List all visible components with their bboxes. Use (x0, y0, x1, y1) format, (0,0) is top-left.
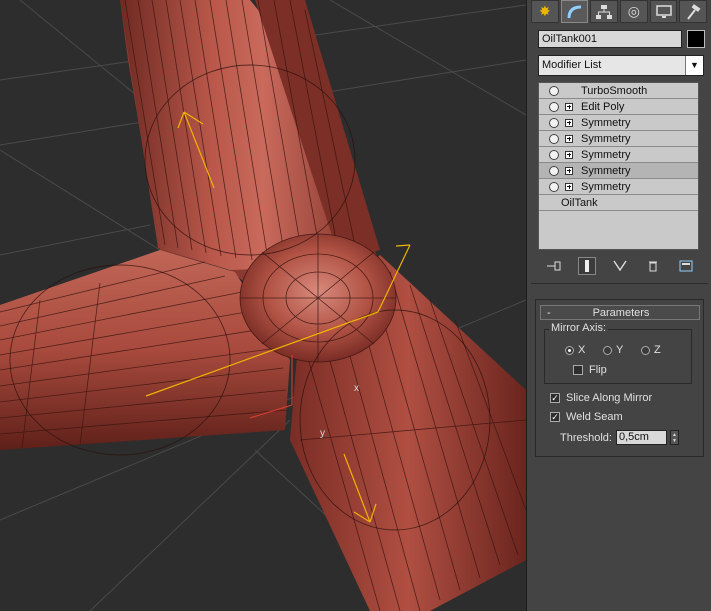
create-tab[interactable]: ✸ (531, 0, 559, 23)
mirror-axis-label: Mirror Axis: (549, 322, 608, 334)
show-end-result-icon[interactable] (577, 257, 596, 275)
remove-modifier-icon[interactable] (644, 257, 662, 275)
expand-plus-icon[interactable] (565, 118, 573, 127)
spinner-down-icon: ▼ (672, 437, 677, 444)
axis-z-radio[interactable]: Z (641, 344, 661, 356)
command-panel-tabs: ✸ ◎ (531, 0, 709, 24)
rollout-title: Parameters (592, 306, 650, 319)
panel-divider (531, 283, 708, 284)
axis-x-label: X (578, 344, 586, 356)
stack-item-label: Edit Poly (581, 100, 625, 113)
stack-item-symmetry[interactable]: Symmetry (539, 179, 698, 195)
stack-toolbar (537, 256, 703, 276)
viewport-scene: x y (0, 0, 526, 611)
joint-sphere (239, 233, 397, 363)
pin-stack-icon[interactable] (545, 257, 563, 275)
slice-along-mirror-label: Slice Along Mirror (566, 392, 653, 404)
modify-tab[interactable] (560, 0, 589, 23)
axis-x-radio[interactable]: X (565, 344, 585, 356)
motion-tab[interactable]: ◎ (620, 0, 648, 23)
stack-item-label: Symmetry (581, 164, 631, 177)
object-name-field[interactable]: OilTank001 (538, 30, 682, 48)
parameters-rollout: - Parameters Mirror Axis: X Y Z Flip ✓ S… (535, 299, 704, 457)
expand-plus-icon[interactable] (565, 102, 573, 111)
lightbulb-icon[interactable] (549, 117, 559, 128)
stack-item-symmetry[interactable]: Symmetry (539, 147, 698, 163)
stack-item-symmetry-selected[interactable]: Symmetry (539, 163, 698, 179)
checkbox-box: ✓ (550, 392, 560, 403)
utilities-tab[interactable] (679, 0, 708, 23)
stack-item-symmetry[interactable]: Symmetry (539, 115, 698, 131)
radio-dot (603, 345, 612, 355)
object-color-swatch[interactable] (687, 30, 705, 48)
stack-item-label: Symmetry (581, 180, 631, 193)
flip-label: Flip (589, 364, 607, 376)
threshold-label: Threshold: (560, 431, 612, 444)
modifier-list-dropdown[interactable]: Modifier List ▼ (538, 55, 704, 76)
lightbulb-icon[interactable] (549, 133, 559, 144)
hammer-icon (687, 3, 701, 20)
chevron-down-icon: ▼ (685, 56, 703, 75)
circle-target-icon: ◎ (627, 3, 640, 19)
expand-plus-icon[interactable] (565, 134, 573, 143)
stack-item-base-object[interactable]: OilTank (539, 195, 698, 211)
weld-seam-label: Weld Seam (566, 411, 623, 423)
configure-modifier-sets-icon[interactable] (677, 257, 695, 275)
flip-checkbox[interactable]: Flip (573, 364, 607, 376)
monitor-icon (655, 4, 672, 18)
radio-dot (565, 345, 574, 355)
display-tab[interactable] (649, 0, 678, 23)
expand-plus-icon[interactable] (565, 182, 573, 191)
collapse-toggle[interactable]: - (547, 307, 561, 319)
lightbulb-icon[interactable] (549, 181, 559, 192)
command-panel: ✸ ◎ OilTank001 Modifier List ▼ TurboSmoo… (526, 0, 711, 611)
checkbox-box: ✓ (550, 411, 560, 422)
hierarchy-tab[interactable] (590, 0, 619, 23)
axis-label-x: x (354, 383, 359, 394)
lightbulb-icon[interactable] (549, 85, 559, 96)
threshold-input[interactable]: 0,5cm (615, 430, 667, 445)
stack-item-label: OilTank (561, 196, 598, 209)
parameters-rollout-header[interactable]: - Parameters (540, 305, 700, 320)
checkbox-box (573, 365, 583, 375)
stack-item-label: Symmetry (581, 116, 631, 129)
lightbulb-icon[interactable] (549, 101, 559, 112)
stack-item-label: TurboSmooth (581, 84, 648, 97)
3d-viewport[interactable]: x y (0, 0, 526, 611)
make-unique-icon[interactable] (611, 257, 629, 275)
bent-tube-icon (567, 5, 581, 18)
lightbulb-icon[interactable] (549, 165, 559, 176)
sun-star-icon: ✸ (538, 3, 551, 19)
lightbulb-icon[interactable] (549, 149, 559, 160)
stack-item-edit-poly[interactable]: Edit Poly (539, 99, 698, 115)
stack-item-label: Symmetry (581, 148, 631, 161)
weld-seam-checkbox[interactable]: ✓ Weld Seam (550, 411, 623, 423)
axis-y-radio[interactable]: Y (603, 344, 623, 356)
modifier-list-label: Modifier List (542, 59, 602, 71)
stack-item-turbosmooth[interactable]: TurboSmooth (539, 83, 698, 99)
threshold-row: Threshold: 0,5cm ▲ ▼ (560, 430, 679, 445)
expand-plus-icon[interactable] (565, 166, 573, 175)
threshold-spinner[interactable]: ▲ ▼ (669, 430, 679, 445)
axis-label-y: y (320, 428, 325, 439)
radio-dot (641, 345, 650, 355)
stack-item-symmetry[interactable]: Symmetry (539, 131, 698, 147)
stack-item-label: Symmetry (581, 132, 631, 145)
hierarchy-icon (596, 4, 613, 19)
slice-along-mirror-checkbox[interactable]: ✓ Slice Along Mirror (550, 392, 652, 404)
mirror-axis-group: Mirror Axis: X Y Z Flip (544, 322, 692, 384)
expand-plus-icon[interactable] (565, 150, 573, 159)
axis-z-label: Z (654, 344, 661, 356)
axis-y-label: Y (616, 344, 624, 356)
modifier-stack[interactable]: TurboSmooth Edit Poly Symmetry Symmetry … (538, 82, 699, 250)
